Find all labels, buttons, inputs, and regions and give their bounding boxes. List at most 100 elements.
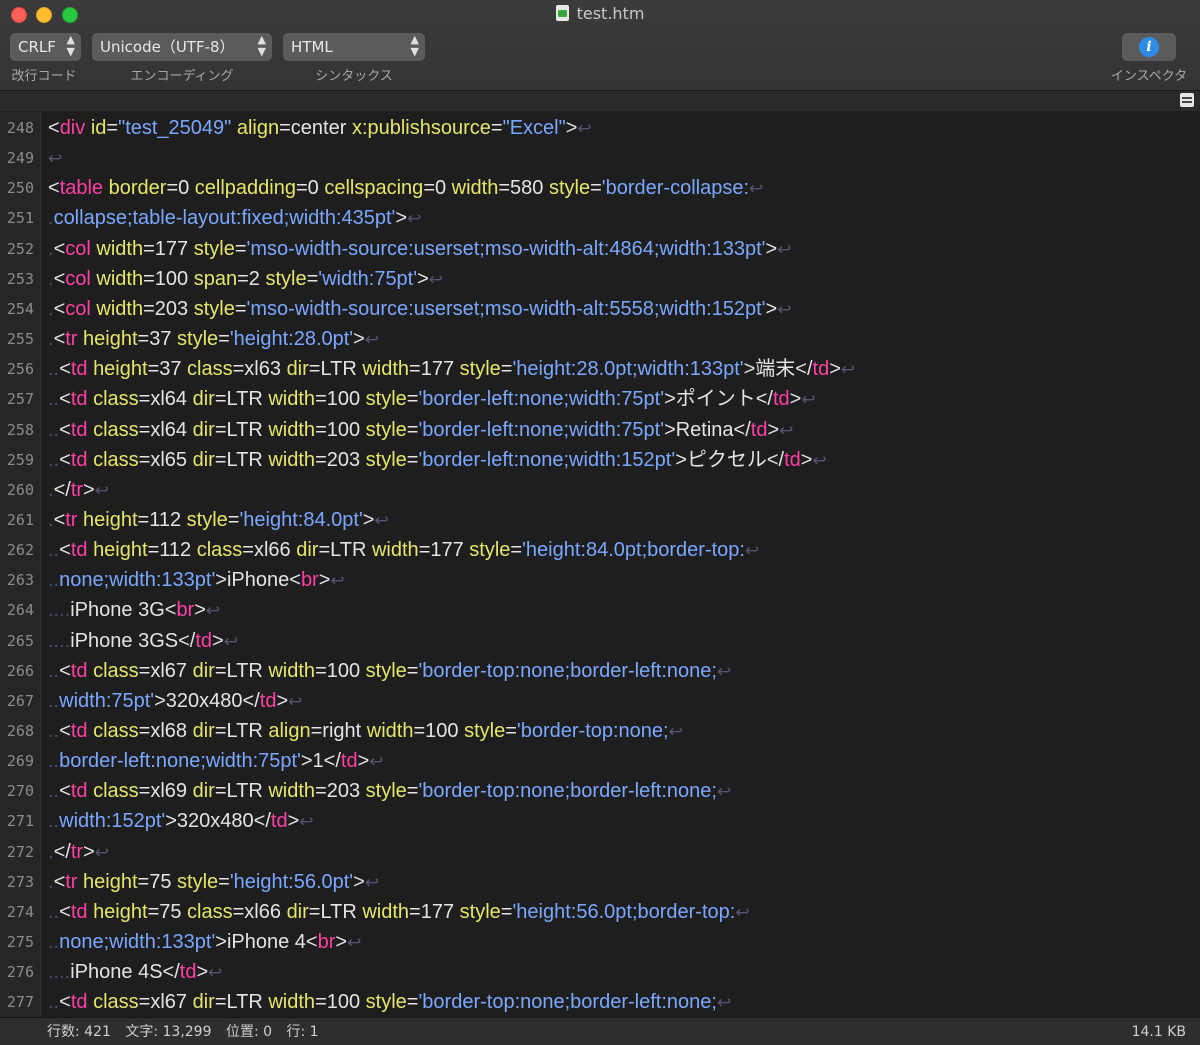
return-arrow-icon: ↩ <box>716 782 732 802</box>
return-arrow-icon: ↩ <box>48 149 63 169</box>
code-line[interactable]: 252 .<col width=177 style='mso-width-sour… <box>0 234 1200 264</box>
inspector-button[interactable]: i <box>1122 33 1176 61</box>
line-number: 267 <box>6 691 34 710</box>
line-number: 248 <box>6 119 34 137</box>
return-arrow-icon: ↩ <box>330 571 345 591</box>
window-title: test.htm <box>0 4 1200 23</box>
syntax-value: HTML <box>291 38 333 56</box>
code-text: ..<td height=37 class=xl63 dir=LTR width… <box>48 358 856 381</box>
code-line[interactable]: 263 ..none;width:133pt'>iPhone<br>↩ <box>0 565 1200 595</box>
editor-window: test.htm CRLF ▲ ▼ 改行コード Unicode（UTF-8） ▲ ▼… <box>0 0 1200 1045</box>
code-line[interactable]: 261 .<tr height=112 style='height:84.0pt'… <box>0 505 1200 535</box>
code-line[interactable]: 258 ..<td class=xl64 dir=LTR width=100 st… <box>0 415 1200 445</box>
code-line[interactable]: 269 ..border-left:none;width:75pt'>1</td>… <box>0 746 1200 776</box>
code-line[interactable]: 259 ..<td class=xl65 dir=LTR width=203 st… <box>0 445 1200 475</box>
return-arrow-icon: ↩ <box>369 752 384 772</box>
code-line[interactable]: 255 .<tr height=37 style='height:28.0pt'>… <box>0 324 1200 354</box>
code-line[interactable]: 268 ..<td class=xl68 dir=LTR align=right … <box>0 716 1200 746</box>
code-text: ..none;width:133pt'>iPhone 4<br>↩ <box>48 931 362 954</box>
return-arrow-icon: ↩ <box>779 420 794 440</box>
code-line[interactable]: 273 .<tr height=75 style='height:56.0pt'>… <box>0 867 1200 897</box>
line-number: 256 <box>6 360 34 379</box>
document-icon <box>555 5 569 21</box>
code-text: .</tr>↩ <box>48 478 109 501</box>
line-count: 行数: 421 <box>47 1024 111 1040</box>
info-icon: i <box>1139 37 1159 57</box>
line-number: 254 <box>6 299 34 318</box>
code-text: ..<td class=xl68 dir=LTR align=right wid… <box>48 720 683 742</box>
line-number: 250 <box>6 179 34 198</box>
code-line[interactable]: 277 ..<td class=xl67 dir=LTR width=100 st… <box>0 987 1200 1017</box>
chevron-updown-icon: ▲ ▼ <box>410 33 419 58</box>
line-ending-value: CRLF <box>18 38 56 56</box>
line-number: 259 <box>6 450 34 469</box>
list-toggle-icon[interactable] <box>1180 93 1194 107</box>
return-arrow-icon: ↩ <box>374 510 389 530</box>
return-arrow-icon: ↩ <box>777 239 792 259</box>
line-number: 271 <box>6 812 34 831</box>
code-line[interactable]: 274 ..<td height=75 class=xl66 dir=LTR wi… <box>0 897 1200 927</box>
code-text: .<tr height=75 style='height:56.0pt'>↩ <box>48 870 380 893</box>
line-number: 266 <box>6 661 34 680</box>
code-line[interactable]: 256 ..<td height=37 class=xl63 dir=LTR wi… <box>0 354 1200 384</box>
syntax-popup[interactable]: HTML ▲ ▼ <box>283 33 425 61</box>
code-line[interactable]: 276 ....iPhone 4S</td>↩ <box>0 957 1200 987</box>
code-line[interactable]: 266 ..<td class=xl67 dir=LTR width=100 st… <box>0 656 1200 686</box>
code-line[interactable]: 250 <table border=0 cellpadding=0 cellspa… <box>0 173 1200 203</box>
code-line[interactable]: 253 .<col width=100 span=2 style='width:7… <box>0 264 1200 294</box>
code-line[interactable]: 267 ..width:75pt'>320x480</td>↩ <box>0 686 1200 716</box>
line-number: 272 <box>6 842 34 861</box>
line-number: 276 <box>6 963 34 982</box>
return-arrow-icon: ↩ <box>716 661 732 681</box>
code-line[interactable]: 272 .</tr>↩ <box>0 837 1200 867</box>
code-text: ..none;width:133pt'>iPhone<br>↩ <box>48 569 345 592</box>
code-line[interactable]: 248 <div id="test_25049" align=center x:p… <box>0 113 1200 143</box>
code-text: ..<td class=xl64 dir=LTR width=100 style… <box>48 388 816 411</box>
code-line[interactable]: 249 ↩ <box>0 143 1200 173</box>
code-text: .<col width=100 span=2 style='width:75pt… <box>48 267 443 290</box>
code-line[interactable]: 254 .<col width=203 style='mso-width-sour… <box>0 294 1200 324</box>
code-text: .</tr>↩ <box>48 840 109 863</box>
code-line[interactable]: 264 ....iPhone 3G<br>↩ <box>0 595 1200 625</box>
code-line[interactable]: 260 .</tr>↩ <box>0 475 1200 505</box>
code-text: <table border=0 cellpadding=0 cellspacin… <box>48 177 764 200</box>
encoding-popup[interactable]: Unicode（UTF-8） ▲ ▼ <box>92 33 272 61</box>
code-text: .<col width=203 style='mso-width-source:… <box>48 297 792 320</box>
code-editor[interactable]: 248 <div id="test_25049" align=center x:p… <box>0 112 1200 1017</box>
code-line[interactable]: 265 ....iPhone 3GS</td>↩ <box>0 626 1200 656</box>
cursor-position: 位置: 0 <box>225 1024 273 1040</box>
return-arrow-icon: ↩ <box>205 601 221 621</box>
code-text: ..<td class=xl65 dir=LTR width=203 style… <box>48 448 827 471</box>
cursor-row: 行: 1 <box>286 1024 319 1040</box>
code-line[interactable]: 270 ..<td class=xl69 dir=LTR width=203 st… <box>0 776 1200 806</box>
line-number: 253 <box>6 269 34 288</box>
line-number: 268 <box>6 722 34 740</box>
return-arrow-icon: ↩ <box>208 963 223 983</box>
line-number: 275 <box>6 933 34 952</box>
line-number: 249 <box>6 149 34 168</box>
code-line[interactable]: 251 .collapse;table-layout:fixed;width:43… <box>0 203 1200 233</box>
code-text: ..<td class=xl64 dir=LTR width=100 style… <box>48 418 794 441</box>
return-arrow-icon: ↩ <box>668 722 683 741</box>
return-arrow-icon: ↩ <box>716 993 732 1013</box>
code-text: .<tr height=37 style='height:28.0pt'>↩ <box>48 328 380 351</box>
code-line[interactable]: 262 ..<td height=112 class=xl66 dir=LTR w… <box>0 535 1200 565</box>
code-line[interactable]: 271 ..width:152pt'>320x480</td>↩ <box>0 806 1200 836</box>
code-line[interactable]: 257 ..<td class=xl64 dir=LTR width=100 st… <box>0 384 1200 414</box>
code-text: .<col width=177 style='mso-width-source:… <box>48 237 792 260</box>
code-line[interactable]: 275 ..none;width:133pt'>iPhone 4<br>↩ <box>0 927 1200 957</box>
line-number: 265 <box>6 631 34 650</box>
return-arrow-icon: ↩ <box>364 872 380 892</box>
return-arrow-icon: ↩ <box>840 360 856 380</box>
code-text: ..<td height=112 class=xl66 dir=LTR widt… <box>48 539 760 562</box>
code-text: ....iPhone 3G<br>↩ <box>48 599 221 622</box>
line-number: 258 <box>6 420 34 439</box>
return-arrow-icon: ↩ <box>94 842 109 862</box>
line-number: 263 <box>6 571 34 590</box>
code-text: .<tr height=112 style='height:84.0pt'>↩ <box>48 508 389 531</box>
return-arrow-icon: ↩ <box>94 480 109 500</box>
return-arrow-icon: ↩ <box>749 179 764 199</box>
return-arrow-icon: ↩ <box>812 450 827 470</box>
line-ending-popup[interactable]: CRLF ▲ ▼ <box>10 33 81 61</box>
code-text: ....iPhone 3GS</td>↩ <box>48 629 238 652</box>
